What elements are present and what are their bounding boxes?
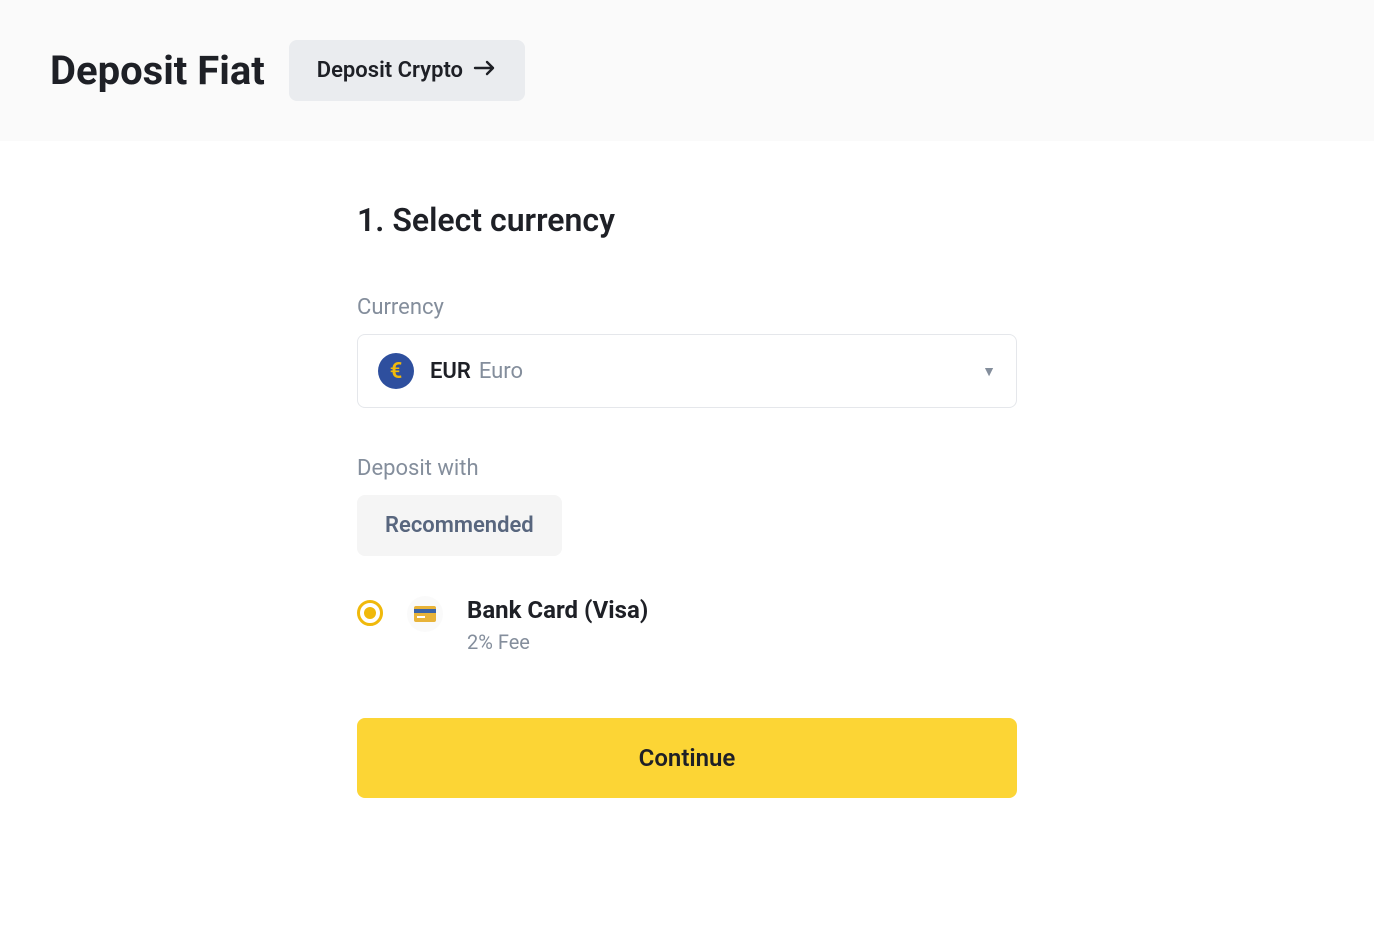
payment-option-title: Bank Card (Visa) [467, 596, 648, 624]
payment-text: Bank Card (Visa) 2% Fee [467, 596, 648, 654]
deposit-crypto-button[interactable]: Deposit Crypto [289, 40, 525, 101]
currency-code: EUR [430, 359, 471, 384]
continue-button[interactable]: Continue [357, 718, 1017, 798]
form-container: 1. Select currency Currency € EUR Euro ▼… [357, 201, 1017, 798]
page-header: Deposit Fiat Deposit Crypto [0, 0, 1374, 141]
arrow-right-icon [473, 58, 497, 83]
currency-label: Currency [357, 295, 1017, 320]
currency-name: Euro [479, 359, 523, 384]
page-title: Deposit Fiat [50, 47, 265, 94]
caret-down-icon: ▼ [982, 363, 996, 380]
deposit-crypto-label: Deposit Crypto [317, 58, 463, 83]
payment-option-bank-card[interactable]: Bank Card (Visa) 2% Fee [357, 596, 1017, 654]
euro-icon: € [378, 353, 414, 389]
payment-option-fee: 2% Fee [467, 630, 648, 654]
recommended-tab[interactable]: Recommended [357, 495, 562, 556]
credit-card-icon [407, 596, 443, 632]
currency-select[interactable]: € EUR Euro ▼ [357, 334, 1017, 408]
main-content: 1. Select currency Currency € EUR Euro ▼… [0, 141, 1374, 798]
radio-selected-icon [357, 600, 383, 626]
step-title: 1. Select currency [357, 201, 1017, 239]
deposit-with-label: Deposit with [357, 456, 1017, 481]
